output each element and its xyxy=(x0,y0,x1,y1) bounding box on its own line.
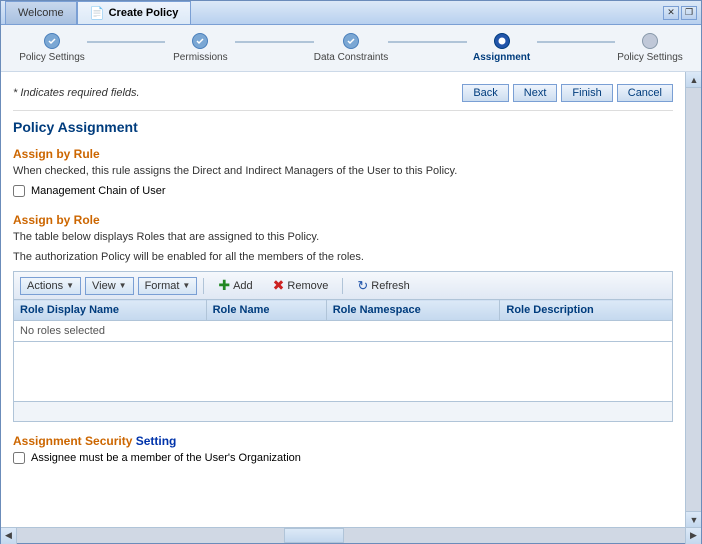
step-label-assignment: Assignment xyxy=(473,52,530,63)
tab-welcome[interactable]: Welcome xyxy=(5,1,77,24)
page-title: Policy Assignment xyxy=(13,119,673,135)
step-label-policy-settings-2: Policy Settings xyxy=(617,52,683,63)
add-label: Add xyxy=(233,280,253,292)
step-circle-assignment xyxy=(494,33,510,49)
create-policy-icon: 📄 xyxy=(90,6,105,20)
actions-button[interactable]: Actions ▼ xyxy=(20,277,81,295)
wizard-bar: Policy Settings Permissions Data Constra… xyxy=(1,25,701,72)
assign-by-role-desc1: The table below displays Roles that are … xyxy=(13,231,673,243)
view-label: View xyxy=(92,280,116,292)
remove-label: Remove xyxy=(287,280,328,292)
required-text: * Indicates required fields. xyxy=(13,87,140,99)
management-chain-row: Management Chain of User xyxy=(13,185,673,197)
tab-create-policy[interactable]: 📄 Create Policy xyxy=(77,1,192,24)
step-data-constraints[interactable]: Data Constraints xyxy=(314,33,388,63)
refresh-button[interactable]: ↻ Refresh xyxy=(349,276,417,296)
roles-table: Role Display Name Role Name Role Namespa… xyxy=(13,299,673,402)
security-title-part1: Assignment Security xyxy=(13,434,132,448)
hscroll-left-arrow[interactable]: ◀ xyxy=(1,528,17,544)
scroll-up-arrow[interactable]: ▲ xyxy=(686,72,701,88)
refresh-icon: ↻ xyxy=(357,278,368,294)
table-row-spacer xyxy=(14,342,673,402)
step-label-data-constraints: Data Constraints xyxy=(314,52,388,63)
connector-3 xyxy=(388,41,466,43)
assign-by-role-desc2: The authorization Policy will be enabled… xyxy=(13,251,673,263)
hscroll-track[interactable] xyxy=(17,528,685,543)
hscroll-thumb[interactable] xyxy=(284,528,344,543)
management-chain-label: Management Chain of User xyxy=(31,185,166,197)
col-role-name: Role Name xyxy=(206,300,326,321)
nav-row: * Indicates required fields. Back Next F… xyxy=(13,80,673,111)
finish-button[interactable]: Finish xyxy=(561,84,612,102)
horizontal-scrollbar: ◀ ▶ xyxy=(1,527,701,543)
table-row-empty: No roles selected xyxy=(14,321,673,342)
security-title-part2-text: Setting xyxy=(136,434,177,448)
security-checkbox[interactable] xyxy=(13,452,25,464)
connector-2 xyxy=(235,41,313,43)
toolbar-sep-2 xyxy=(342,278,343,294)
actions-label: Actions xyxy=(27,280,63,292)
step-label-permissions: Permissions xyxy=(173,52,227,63)
col-role-display-name: Role Display Name xyxy=(14,300,207,321)
restore-button[interactable]: ❐ xyxy=(681,6,697,20)
wizard-steps: Policy Settings Permissions Data Constra… xyxy=(17,33,685,63)
actions-dropdown-icon: ▼ xyxy=(66,281,74,290)
close-button[interactable]: ✕ xyxy=(663,6,679,20)
empty-message: No roles selected xyxy=(14,321,673,342)
content-area: * Indicates required fields. Back Next F… xyxy=(1,72,701,527)
connector-4 xyxy=(537,41,615,43)
main-panel: * Indicates required fields. Back Next F… xyxy=(1,72,685,527)
remove-button[interactable]: ✖ Remove xyxy=(265,275,337,296)
toolbar-sep-1 xyxy=(203,278,204,294)
assign-by-role-title: Assign by Role xyxy=(13,213,673,227)
hscroll-right-arrow[interactable]: ▶ xyxy=(685,528,701,544)
titlebar: Welcome 📄 Create Policy ✕ ❐ xyxy=(1,1,701,25)
format-dropdown-icon: ▼ xyxy=(182,281,190,290)
col-role-namespace: Role Namespace xyxy=(326,300,500,321)
security-checkbox-row: Assignee must be a member of the User's … xyxy=(13,452,673,464)
table-toolbar: Actions ▼ View ▼ Format ▼ ✚ Add ✖ xyxy=(13,271,673,299)
nav-buttons: Back Next Finish Cancel xyxy=(462,84,673,102)
security-checkbox-label: Assignee must be a member of the User's … xyxy=(31,452,301,464)
next-button[interactable]: Next xyxy=(513,84,558,102)
vertical-scrollbar: ▲ ▼ xyxy=(685,72,701,527)
welcome-tab-label: Welcome xyxy=(18,7,64,19)
step-circle-policy-settings-2 xyxy=(642,33,658,49)
window-controls: ✕ ❐ xyxy=(663,6,697,20)
management-chain-checkbox[interactable] xyxy=(13,185,25,197)
security-setting-title: Assignment Security Setting xyxy=(13,434,673,448)
table-footer xyxy=(13,402,673,422)
step-circle-data-constraints xyxy=(343,33,359,49)
format-label: Format xyxy=(145,280,180,292)
refresh-label: Refresh xyxy=(371,280,410,292)
assign-by-rule-desc: When checked, this rule assigns the Dire… xyxy=(13,165,673,177)
create-policy-tab-label: Create Policy xyxy=(109,7,179,19)
titlebar-tabs: Welcome 📄 Create Policy xyxy=(5,1,663,24)
cancel-button[interactable]: Cancel xyxy=(617,84,673,102)
back-button[interactable]: Back xyxy=(462,84,508,102)
scroll-track[interactable] xyxy=(686,88,701,511)
view-dropdown-icon: ▼ xyxy=(119,281,127,290)
step-label-policy-settings: Policy Settings xyxy=(19,52,85,63)
format-button[interactable]: Format ▼ xyxy=(138,277,198,295)
step-circle-policy-settings xyxy=(44,33,60,49)
remove-icon: ✖ xyxy=(273,277,285,294)
main-window: Welcome 📄 Create Policy ✕ ❐ Policy Setti… xyxy=(0,0,702,544)
col-role-description: Role Description xyxy=(500,300,673,321)
step-policy-settings-2[interactable]: Policy Settings xyxy=(615,33,685,63)
step-permissions[interactable]: Permissions xyxy=(165,33,235,63)
step-policy-settings[interactable]: Policy Settings xyxy=(17,33,87,63)
connector-1 xyxy=(87,41,165,43)
assign-by-rule-title: Assign by Rule xyxy=(13,147,673,161)
view-button[interactable]: View ▼ xyxy=(85,277,134,295)
scroll-down-arrow[interactable]: ▼ xyxy=(686,511,701,527)
step-assignment[interactable]: Assignment xyxy=(467,33,537,63)
add-icon: ✚ xyxy=(218,277,230,294)
step-circle-permissions xyxy=(192,33,208,49)
add-button[interactable]: ✚ Add xyxy=(210,275,260,296)
